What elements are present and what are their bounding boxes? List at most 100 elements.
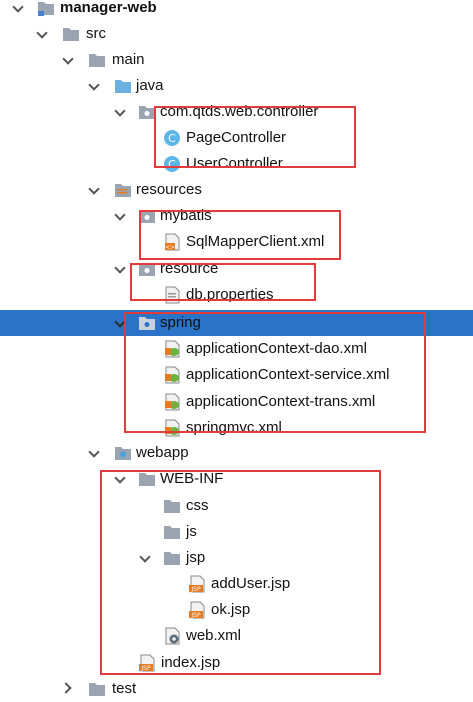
svg-text:JSP: JSP xyxy=(190,612,201,619)
package-icon xyxy=(139,263,155,276)
java-class-icon: C xyxy=(164,130,180,146)
svg-text:JSP: JSP xyxy=(190,586,201,593)
tree-node-label: manager-web xyxy=(60,0,157,16)
tree-node-label: com.qtds.web.controller xyxy=(160,103,319,120)
tree-node-label: ok.jsp xyxy=(211,601,251,618)
tree-node-label: resource xyxy=(160,260,219,277)
tree-node-main[interactable]: main xyxy=(0,47,473,73)
tree-node-appcontext-dao[interactable]: applicationContext-dao.xml xyxy=(0,336,473,362)
tree-node-sqlmapperclient[interactable]: <> SqlMapperClient.xml xyxy=(0,229,473,255)
folder-icon xyxy=(63,28,79,41)
tree-node-index-jsp[interactable]: JSP index.jsp xyxy=(0,650,473,676)
tree-node-label: mybatis xyxy=(160,207,212,224)
chevron-down-icon[interactable] xyxy=(88,446,100,458)
tree-node-label: test xyxy=(112,680,137,697)
tree-node-label: web.xml xyxy=(186,627,242,644)
tree-node-label: webapp xyxy=(136,444,189,461)
folder-icon xyxy=(164,500,180,513)
tree-node-label: WEB-INF xyxy=(160,470,224,487)
tree-node-css[interactable]: css xyxy=(0,493,473,519)
tree-node-label: db.properties xyxy=(186,286,274,303)
tree-node-web-inf[interactable]: WEB-INF xyxy=(0,466,473,492)
tree-node-test[interactable]: test xyxy=(0,676,473,702)
web-xml-icon xyxy=(165,627,180,645)
tree-node-webapp[interactable]: webapp xyxy=(0,440,473,466)
tree-node-label: css xyxy=(186,497,209,514)
java-class-icon: C xyxy=(164,156,180,172)
tree-node-label: PageController xyxy=(186,129,287,146)
tree-node-label: addUser.jsp xyxy=(211,575,291,592)
tree-node-label: applicationContext-service.xml xyxy=(186,366,390,383)
tree-node-web-xml[interactable]: web.xml xyxy=(0,623,473,649)
tree-node-appcontext-trans[interactable]: applicationContext-trans.xml xyxy=(0,389,473,415)
spring-xml-icon xyxy=(165,419,180,437)
tree-node-resource[interactable]: resource xyxy=(0,256,473,282)
folder-icon xyxy=(139,473,155,486)
spring-xml-icon xyxy=(165,393,180,411)
package-icon xyxy=(139,317,155,330)
svg-text:C: C xyxy=(168,158,176,171)
folder-icon xyxy=(164,526,180,539)
tree-node-label: js xyxy=(186,523,197,540)
spring-xml-icon xyxy=(165,340,180,358)
chevron-down-icon[interactable] xyxy=(114,262,126,274)
tree-node-label: jsp xyxy=(186,549,206,566)
resources-folder-icon xyxy=(115,184,131,197)
package-icon xyxy=(139,210,155,223)
tree-node-package[interactable]: com.qtds.web.controller xyxy=(0,99,473,125)
folder-icon xyxy=(89,683,105,696)
tree-node-js[interactable]: js xyxy=(0,519,473,545)
tree-node-appcontext-service[interactable]: applicationContext-service.xml xyxy=(0,362,473,388)
tree-node-jsp-folder[interactable]: jsp xyxy=(0,545,473,571)
folder-icon xyxy=(38,2,54,16)
chevron-down-icon[interactable] xyxy=(88,79,100,91)
tree-node-resources[interactable]: resources xyxy=(0,177,473,203)
xml-file-icon: <> xyxy=(165,233,180,251)
tree-node-src[interactable]: src xyxy=(0,21,473,47)
tree-node-mybatis[interactable]: mybatis xyxy=(0,203,473,229)
tree-node-label: SqlMapperClient.xml xyxy=(186,233,325,250)
tree-node-label: UserController xyxy=(186,155,283,172)
svg-text:JSP: JSP xyxy=(140,665,151,672)
chevron-down-icon[interactable] xyxy=(114,209,126,221)
tree-node-springmvc[interactable]: springmvc.xml xyxy=(0,415,473,441)
tree-node-ok-jsp[interactable]: JSP ok.jsp xyxy=(0,597,473,623)
tree-node-spring[interactable]: spring xyxy=(0,310,473,336)
webapp-folder-icon xyxy=(115,447,131,460)
tree-node-db-properties[interactable]: db.properties xyxy=(0,282,473,308)
package-icon xyxy=(139,106,155,119)
tree-node-label: applicationContext-trans.xml xyxy=(186,393,376,410)
chevron-down-icon[interactable] xyxy=(12,1,24,13)
chevron-down-icon[interactable] xyxy=(139,551,151,563)
properties-file-icon xyxy=(165,286,180,304)
svg-text:C: C xyxy=(168,132,176,145)
tree-node-adduser-jsp[interactable]: JSP addUser.jsp xyxy=(0,571,473,597)
tree-node-label: main xyxy=(112,51,145,68)
tree-node-label: java xyxy=(136,77,164,94)
tree-node-label: spring xyxy=(160,314,201,331)
tree-node-label: resources xyxy=(136,181,202,198)
jsp-file-icon: JSP xyxy=(189,575,205,593)
chevron-down-icon[interactable] xyxy=(114,316,126,328)
tree-node-manager-web[interactable]: manager-web xyxy=(0,0,473,21)
tree-node-user-controller[interactable]: C UserController xyxy=(0,151,473,177)
jsp-file-icon: JSP xyxy=(139,654,155,672)
folder-icon xyxy=(89,54,105,67)
folder-icon xyxy=(164,552,180,565)
chevron-down-icon[interactable] xyxy=(62,53,74,65)
chevron-down-icon[interactable] xyxy=(36,27,48,39)
tree-node-label: src xyxy=(86,25,106,42)
tree-node-page-controller[interactable]: C PageController xyxy=(0,125,473,151)
spring-xml-icon xyxy=(165,366,180,384)
chevron-down-icon[interactable] xyxy=(114,105,126,117)
source-folder-icon xyxy=(115,80,131,93)
chevron-down-icon[interactable] xyxy=(88,183,100,195)
project-tree: manager-web src main java com.qtds.web.c… xyxy=(0,0,473,697)
jsp-file-icon: JSP xyxy=(189,601,205,619)
tree-node-label: springmvc.xml xyxy=(186,419,282,436)
chevron-down-icon[interactable] xyxy=(114,472,126,484)
tree-node-label: index.jsp xyxy=(161,654,221,671)
tree-node-label: applicationContext-dao.xml xyxy=(186,340,367,357)
svg-text:<>: <> xyxy=(165,244,175,251)
tree-node-java[interactable]: java xyxy=(0,73,473,99)
